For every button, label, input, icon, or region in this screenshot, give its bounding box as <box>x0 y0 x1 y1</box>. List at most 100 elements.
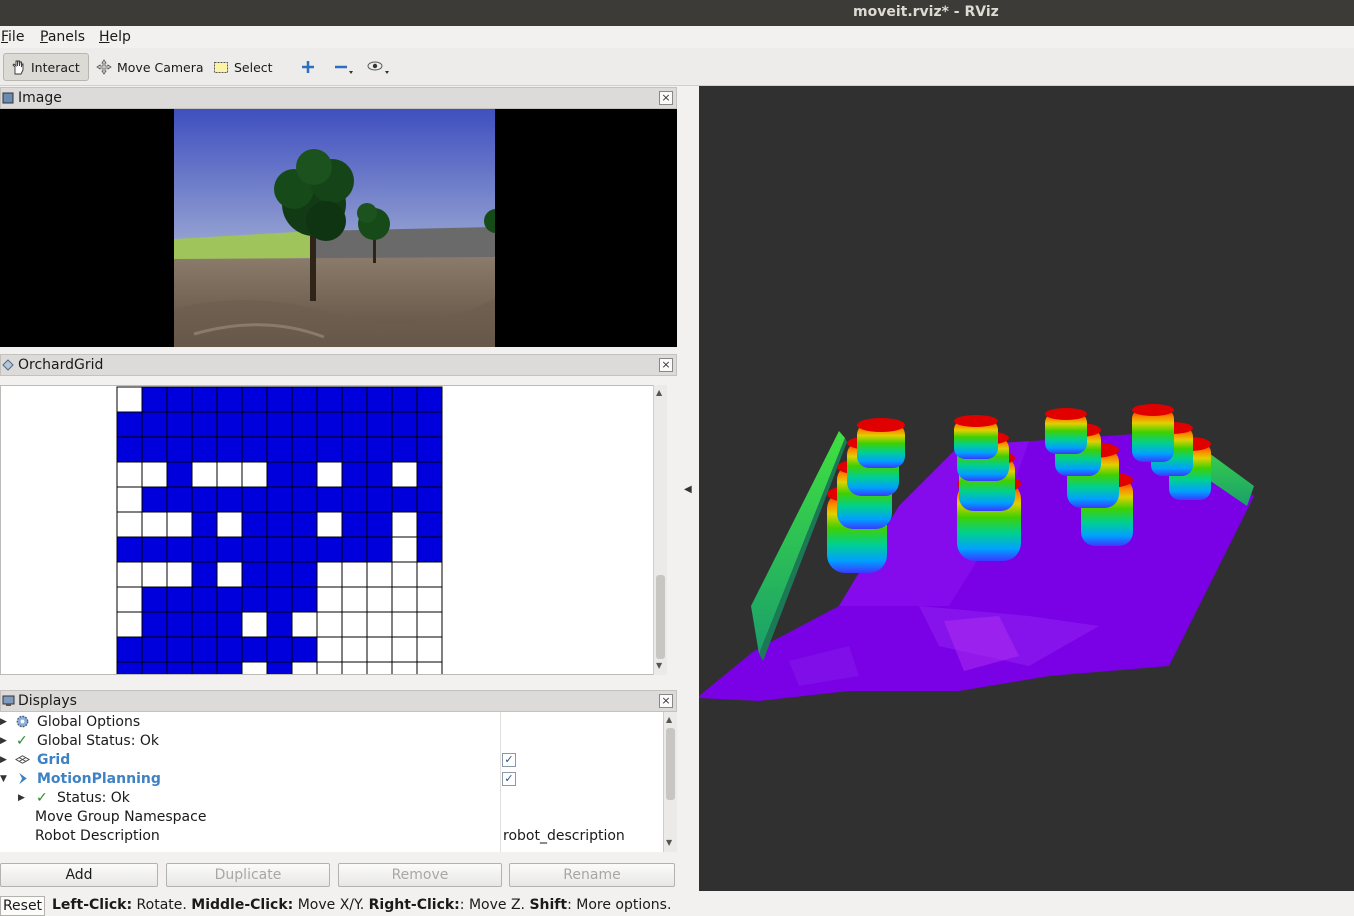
select-tool-button[interactable]: Select <box>207 53 279 81</box>
interact-tool-button[interactable]: Interact <box>3 53 89 81</box>
reset-view-button[interactable]: Reset <box>0 896 45 916</box>
grid-cell <box>191 561 218 588</box>
orchard-grid-scrollbar[interactable]: ▲ ▼ <box>653 385 667 675</box>
collapse-arrow-icon[interactable]: ▼ <box>0 774 7 784</box>
grid-cell <box>316 611 343 638</box>
remove-display-button[interactable]: Remove <box>338 863 502 887</box>
tree-row-status[interactable]: ▶ ✓ Status: Ok <box>0 789 663 808</box>
grid-cell <box>116 486 143 513</box>
grid-cell <box>216 436 243 463</box>
move-camera-tool-button[interactable]: Move Camera <box>90 53 210 81</box>
expand-arrow-icon[interactable]: ▶ <box>0 717 7 727</box>
grid-cell <box>291 486 318 513</box>
scroll-down-icon[interactable]: ▼ <box>656 661 662 670</box>
displays-panel-title: Displays <box>18 693 77 709</box>
grid-cell <box>341 561 368 588</box>
rename-display-button[interactable]: Rename <box>509 863 675 887</box>
grid-cell <box>191 661 218 674</box>
grid-cell <box>191 586 218 613</box>
grid-cell <box>266 511 293 538</box>
menu-help[interactable]: Help <box>99 29 131 45</box>
scroll-thumb[interactable] <box>666 728 675 800</box>
grid-cell <box>241 411 268 438</box>
grid-cell <box>166 561 193 588</box>
grid-cell <box>166 411 193 438</box>
grid-cell <box>191 536 218 563</box>
grid-cell <box>316 661 343 674</box>
grid-cell <box>316 436 343 463</box>
tree-row-move-group-namespace[interactable]: Move Group Namespace <box>0 808 663 827</box>
grid-cell <box>166 486 193 513</box>
displays-tree: ▶ Global Options ▶ ✓ Global Status: Ok ▶… <box>0 712 663 852</box>
grid-cell <box>166 436 193 463</box>
grid-cell <box>391 536 418 563</box>
grid-cell <box>216 611 243 638</box>
grid-cell <box>166 611 193 638</box>
grid-cell <box>141 561 168 588</box>
grid-cell <box>341 511 368 538</box>
grid-cell <box>366 486 393 513</box>
grid-cell <box>216 661 243 674</box>
eye-icon <box>367 61 389 74</box>
grid-cell <box>391 561 418 588</box>
expand-arrow-icon[interactable]: ▶ <box>0 755 7 765</box>
displays-scrollbar[interactable]: ▲ ▼ <box>663 712 677 852</box>
visibility-tool-button[interactable] <box>361 53 397 81</box>
remove-tool-button[interactable] <box>327 53 361 81</box>
grid-cell <box>191 436 218 463</box>
tree-row-global-status[interactable]: ▶ ✓ Global Status: Ok <box>0 732 663 751</box>
tree-row-grid[interactable]: ▶ Grid ✓ <box>0 751 663 770</box>
tree-row-global-options[interactable]: ▶ Global Options <box>0 713 663 732</box>
tree-label: Grid <box>37 752 71 768</box>
orchard-grid-panel-close-button[interactable]: × <box>659 358 673 372</box>
menubar: File Panels Help <box>0 26 1354 48</box>
tree-row-robot-description[interactable]: Robot Description robot_description <box>0 827 663 846</box>
motion-planning-enabled-checkbox[interactable]: ✓ <box>502 772 516 786</box>
3d-render-viewport[interactable] <box>699 86 1354 891</box>
grid-cell <box>416 561 443 588</box>
duplicate-display-button[interactable]: Duplicate <box>166 863 330 887</box>
grid-cell <box>341 486 368 513</box>
orchard-camera-scene <box>174 109 495 347</box>
orchard-grid-panel-title: OrchardGrid <box>18 357 104 373</box>
grid-cell <box>266 561 293 588</box>
grid-enabled-checkbox[interactable]: ✓ <box>502 753 516 767</box>
menu-file[interactable]: File <box>1 29 24 45</box>
grid-cell <box>366 586 393 613</box>
monitor-icon <box>2 695 15 706</box>
tree-row-motion-planning[interactable]: ▼ MotionPlanning ✓ <box>0 770 663 789</box>
tool-toolbar: Interact Move Camera Select <box>0 48 1354 86</box>
grid-cell <box>416 586 443 613</box>
grid-cell <box>116 636 143 663</box>
scroll-down-icon[interactable]: ▼ <box>666 838 672 847</box>
gear-icon <box>16 715 29 728</box>
add-display-button[interactable]: Add <box>0 863 158 887</box>
scroll-thumb[interactable] <box>656 575 665 659</box>
grid-cell <box>216 586 243 613</box>
expand-arrow-icon[interactable]: ▶ <box>18 793 25 803</box>
grid-cell <box>266 636 293 663</box>
statusbar: Reset Left-Click: Rotate. Middle-Click: … <box>0 894 1354 916</box>
add-tool-button[interactable] <box>294 53 322 81</box>
grid-cell <box>291 636 318 663</box>
tree-label: Move Group Namespace <box>35 809 207 825</box>
scroll-up-icon[interactable]: ▲ <box>656 388 662 397</box>
check-icon: ✓ <box>36 790 48 806</box>
grid-cell <box>191 636 218 663</box>
displays-panel-close-button[interactable]: × <box>659 694 673 708</box>
grid-cell <box>391 386 418 413</box>
grid-cell <box>391 636 418 663</box>
image-panel-close-button[interactable]: × <box>659 91 673 105</box>
grid-cell <box>316 561 343 588</box>
grid-cell <box>391 611 418 638</box>
collapse-dock-arrow-icon[interactable]: ◀ <box>684 484 692 495</box>
grid-cell <box>291 586 318 613</box>
grid-cell <box>191 411 218 438</box>
grid-cell <box>341 461 368 488</box>
grid-cell <box>341 411 368 438</box>
expand-arrow-icon[interactable]: ▶ <box>0 736 7 746</box>
scroll-up-icon[interactable]: ▲ <box>666 715 672 724</box>
menu-panels[interactable]: Panels <box>40 29 85 45</box>
status-help-text: Left-Click: Rotate. Middle-Click: Move X… <box>52 897 672 913</box>
tree-value[interactable]: robot_description <box>503 828 625 844</box>
